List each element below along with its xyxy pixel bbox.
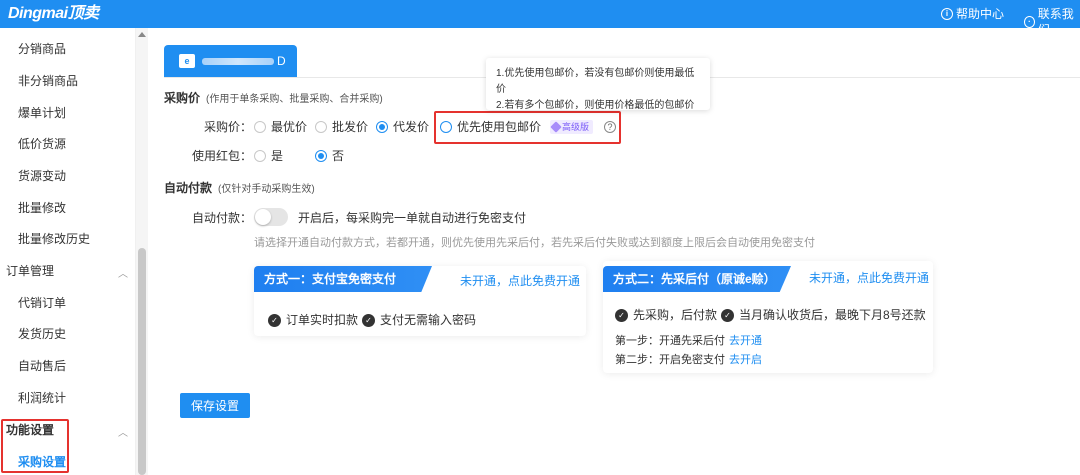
scroll-thumb[interactable] bbox=[138, 248, 146, 475]
sidebar-item-source-changes[interactable]: 货源变动 bbox=[18, 168, 66, 184]
radio-circle[interactable] bbox=[254, 150, 266, 162]
method1-feature-1: ✓ 订单实时扣款 bbox=[268, 312, 358, 328]
radio-circle-selected[interactable] bbox=[376, 121, 388, 133]
highlight-box-sidebar bbox=[1, 419, 69, 473]
radio-dropship-price[interactable]: 代发价 bbox=[376, 119, 429, 135]
radio-wholesale-price-label: 批发价 bbox=[332, 120, 369, 134]
toggle-knob bbox=[255, 209, 271, 225]
logo[interactable]: Dingmai顶卖 bbox=[8, 4, 99, 24]
check-circle-icon: ✓ bbox=[615, 308, 628, 322]
auto-pay-switch-text: 开启后，每采购完一单就自动进行免密支付 bbox=[298, 211, 527, 225]
sidebar: 分销商品 非分销商品 爆单计划 低价货源 货源变动 批量修改 批量修改历史 订单… bbox=[0, 28, 136, 475]
info-icon: i bbox=[941, 8, 953, 20]
chevron-up-icon[interactable]: ︿ bbox=[118, 265, 128, 280]
sidebar-item-profit-stats[interactable]: 利润统计 bbox=[18, 390, 66, 406]
store-tab-suffix: D bbox=[277, 54, 286, 68]
store-icon: e bbox=[179, 54, 195, 68]
method2-step-1-link[interactable]: 去开通 bbox=[729, 335, 762, 347]
radio-red-packet-no[interactable]: 否 bbox=[315, 148, 344, 164]
purchase-price-section-title: 采购价 (作用于单条采购、批量采购、合并采购) bbox=[164, 91, 383, 107]
auto-pay-toggle[interactable] bbox=[254, 208, 288, 226]
sidebar-item-batch-edit-history[interactable]: 批量修改历史 bbox=[18, 231, 90, 247]
radio-best-price[interactable]: 最优价 bbox=[254, 119, 307, 135]
sidebar-item-non-distribution-products[interactable]: 非分销商品 bbox=[18, 73, 78, 89]
radio-best-price-label: 最优价 bbox=[271, 120, 308, 134]
highlight-box-free-shipping bbox=[434, 111, 621, 144]
sidebar-item-hot-plan[interactable]: 爆单计划 bbox=[18, 105, 66, 121]
auto-pay-section-title: 自动付款 (仅针对手动采购生效) bbox=[164, 181, 315, 197]
red-packet-label: 使用红包： bbox=[191, 149, 252, 163]
help-center-link[interactable]: i 帮助中心 bbox=[941, 6, 1004, 22]
top-header: Dingmai顶卖 i 帮助中心 · 联系我们 bbox=[0, 0, 1080, 37]
sidebar-item-low-price-source[interactable]: 低价货源 bbox=[18, 136, 66, 152]
radio-circle-selected[interactable] bbox=[315, 150, 327, 162]
radio-dropship-price-label: 代发价 bbox=[393, 120, 430, 134]
sidebar-item-auto-after-sale[interactable]: 自动售后 bbox=[18, 358, 66, 374]
method2-card: 方式二：先采后付（原诚e赊） 未开通，点此免费开通 ✓ 先采购，后付款 ✓ 当月… bbox=[603, 261, 933, 373]
radio-red-packet-no-label: 否 bbox=[332, 149, 345, 163]
sidebar-item-dropship-orders[interactable]: 代销订单 bbox=[18, 295, 66, 311]
check-circle-icon: ✓ bbox=[362, 313, 375, 327]
scrollbar[interactable] bbox=[136, 28, 148, 475]
method2-open-link[interactable]: 未开通，点此免费开通 bbox=[809, 270, 929, 286]
price-label: 采购价： bbox=[203, 120, 252, 134]
check-circle-icon: ✓ bbox=[721, 308, 734, 322]
sidebar-item-shipping-history[interactable]: 发货历史 bbox=[18, 326, 66, 342]
radio-circle[interactable] bbox=[254, 121, 266, 133]
method2-feature-1: ✓ 先采购，后付款 bbox=[615, 307, 717, 323]
method1-feature-2: ✓ 支付无需输入密码 bbox=[362, 312, 476, 328]
help-center-label: 帮助中心 bbox=[956, 7, 1005, 21]
store-name-redacted bbox=[202, 58, 274, 65]
method2-feature-2: ✓ 当月确认收货后，最晚下月8号还款 bbox=[721, 307, 926, 323]
store-tab[interactable]: e D bbox=[164, 45, 297, 77]
sidebar-group-order-management[interactable]: 订单管理 bbox=[6, 263, 54, 279]
method2-feature-1-label: 先采购，后付款 bbox=[633, 308, 718, 322]
method2-step-1-label: 第一步：开通先采后付 bbox=[615, 335, 725, 347]
tooltip-line-2: 2.若有多个包邮价，则使用价格最低的包邮价 bbox=[496, 100, 695, 111]
auto-pay-label: 自动付款： bbox=[191, 211, 252, 225]
radio-circle[interactable] bbox=[315, 121, 327, 133]
save-settings-button[interactable]: 保存设置 bbox=[180, 393, 250, 418]
purchase-price-note: (作用于单条采购、批量采购、合并采购) bbox=[206, 94, 383, 105]
scroll-up-arrow-icon[interactable] bbox=[138, 32, 146, 37]
radio-wholesale-price[interactable]: 批发价 bbox=[315, 119, 368, 135]
radio-red-packet-yes[interactable]: 是 bbox=[254, 148, 283, 164]
method2-step-1: 第一步：开通先采后付 去开通 bbox=[615, 334, 762, 348]
auto-pay-title-text: 自动付款 bbox=[164, 181, 213, 195]
method2-step-2-link[interactable]: 去开启 bbox=[729, 354, 762, 366]
sidebar-item-distribution-products[interactable]: 分销商品 bbox=[18, 41, 66, 57]
method2-step-2: 第二步：开启免密支付 去开启 bbox=[615, 353, 762, 367]
auto-pay-note: (仅针对手动采购生效) bbox=[218, 184, 315, 195]
purchase-price-title-text: 采购价 bbox=[164, 91, 201, 105]
chevron-up-icon[interactable]: ︿ bbox=[118, 424, 128, 439]
method2-step-2-label: 第二步：开启免密支付 bbox=[615, 354, 725, 366]
method2-title: 方式二：先采后付（原诚e赊） bbox=[603, 266, 791, 292]
auto-pay-hint: 请选择开通自动付款方式，若都开通，则优先使用先采后付，若先采后付失败或达到额度上… bbox=[254, 237, 815, 249]
clock-icon: · bbox=[1024, 16, 1035, 28]
free-shipping-tooltip: 1.优先使用包邮价，若没有包邮价则使用最低价 2.若有多个包邮价，则使用价格最低… bbox=[486, 58, 710, 111]
method1-card: 方式一：支付宝免密支付 未开通，点此免费开通 ✓ 订单实时扣款 ✓ 支付无需输入… bbox=[254, 266, 586, 336]
radio-red-packet-yes-label: 是 bbox=[271, 149, 284, 163]
method1-feature-2-label: 支付无需输入密码 bbox=[380, 313, 477, 327]
method1-feature-1-label: 订单实时扣款 bbox=[286, 313, 359, 327]
check-circle-icon: ✓ bbox=[268, 313, 281, 327]
tooltip-line-1: 1.优先使用包邮价，若没有包邮价则使用最低价 bbox=[496, 68, 695, 95]
method2-feature-2-label: 当月确认收货后，最晚下月8号还款 bbox=[739, 308, 926, 322]
method1-open-link[interactable]: 未开通，点此免费开通 bbox=[460, 273, 580, 289]
sidebar-item-batch-edit[interactable]: 批量修改 bbox=[18, 200, 66, 216]
contact-us-label: 联系我们 bbox=[1037, 7, 1074, 37]
contact-us-link[interactable]: · 联系我们 bbox=[1024, 6, 1080, 38]
method1-title: 方式一：支付宝免密支付 bbox=[254, 266, 432, 292]
